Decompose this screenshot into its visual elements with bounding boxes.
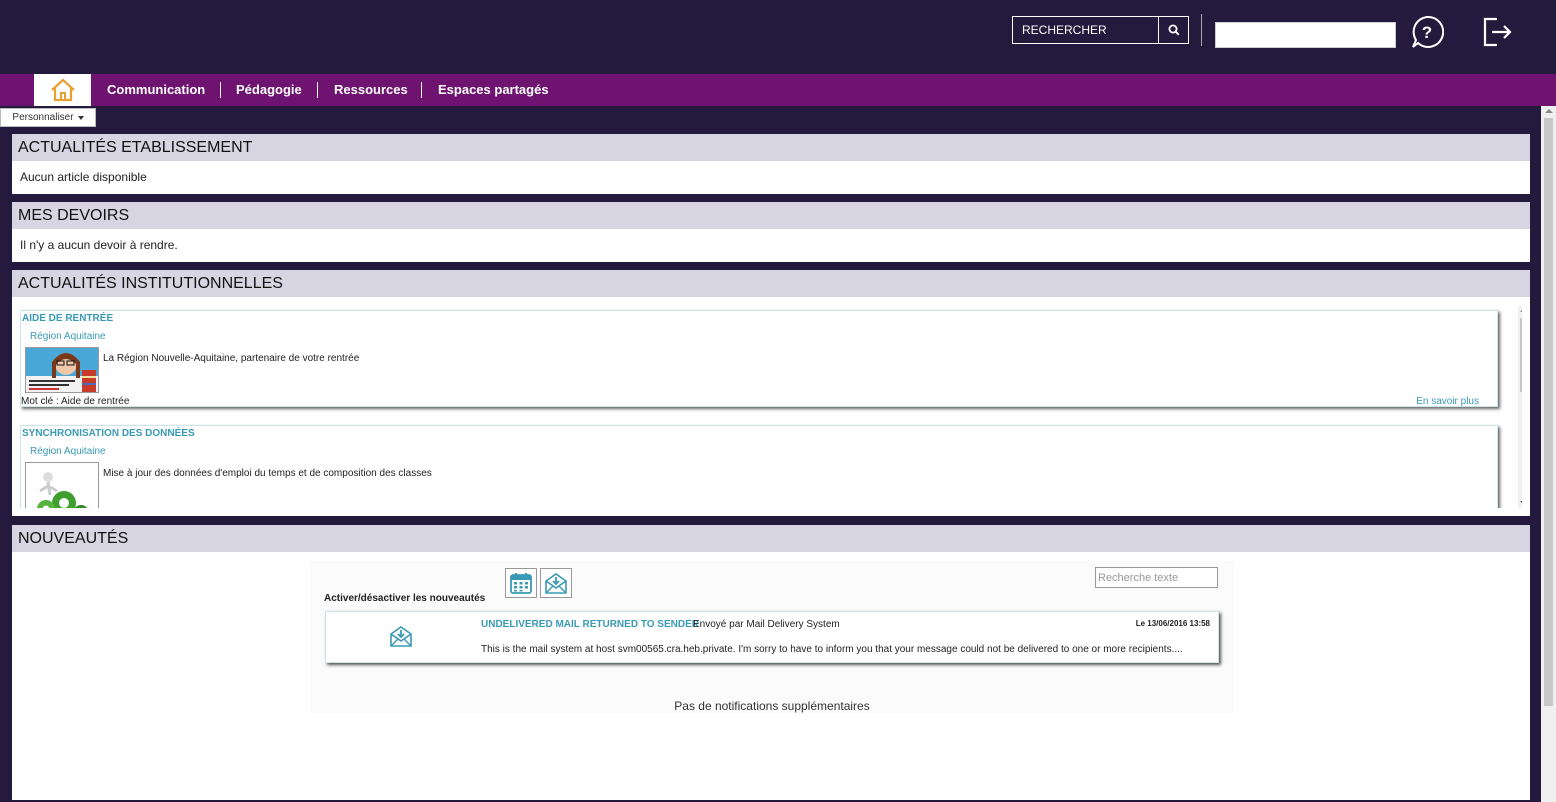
page-scrollbar[interactable] bbox=[1541, 106, 1556, 802]
top-bar: ? bbox=[0, 0, 1556, 74]
news-text: La Région Nouvelle-Aquitaine, partenaire… bbox=[103, 353, 360, 364]
news-keyword: Mot clé : Aide de rentrée bbox=[21, 396, 130, 407]
nav-item-espaces-partages[interactable]: Espaces partagés bbox=[438, 74, 549, 106]
home-tab[interactable] bbox=[34, 74, 91, 106]
search-input[interactable] bbox=[1013, 17, 1159, 43]
search-box bbox=[1012, 16, 1189, 44]
nav-divider bbox=[317, 82, 318, 98]
news-card: SYNCHRONISATION DES DONNÉES Région Aquit… bbox=[20, 425, 1498, 508]
read-more-link[interactable]: En savoir plus bbox=[1416, 396, 1479, 407]
notification-card: UNDELIVERED MAIL RETURNED TO SENDER Envo… bbox=[325, 611, 1219, 663]
panel-title: ACTUALITÉS ETABLISSEMENT bbox=[12, 134, 1530, 161]
home-icon bbox=[50, 78, 75, 102]
news-source: Région Aquitaine bbox=[30, 446, 106, 457]
toggle-label: Activer/désactiver les nouveautés bbox=[324, 593, 486, 604]
scroll-down-icon[interactable] bbox=[1520, 501, 1522, 505]
help-circle-icon[interactable]: ? bbox=[1410, 15, 1444, 49]
nav-item-pedagogie[interactable]: Pédagogie bbox=[236, 74, 302, 106]
calendar-icon bbox=[510, 573, 532, 594]
scroll-up-icon[interactable] bbox=[1520, 308, 1522, 312]
news-thumbnail bbox=[25, 462, 99, 508]
no-more-notifications: Pas de notifications supplémentaires bbox=[674, 699, 870, 713]
nav-divider bbox=[421, 82, 422, 98]
panel-nouveautes: NOUVEAUTÉS Activer/désactiver les nouvea… bbox=[12, 525, 1530, 800]
nav-item-ressources[interactable]: Ressources bbox=[334, 74, 408, 106]
search-button[interactable] bbox=[1159, 17, 1188, 43]
notification-title[interactable]: UNDELIVERED MAIL RETURNED TO SENDER bbox=[481, 619, 699, 630]
nav-divider bbox=[220, 82, 221, 98]
notification-message: This is the mail system at host svm00565… bbox=[481, 644, 1183, 655]
news-scrollbar[interactable] bbox=[1518, 306, 1522, 508]
scroll-up-icon[interactable] bbox=[1545, 109, 1553, 113]
mail-download-icon bbox=[545, 573, 567, 594]
nouveautes-widget: Activer/désactiver les nouveautés Recher… bbox=[310, 561, 1234, 713]
nav-item-communication[interactable]: Communication bbox=[107, 74, 205, 106]
user-field[interactable] bbox=[1215, 22, 1396, 48]
caret-down-icon bbox=[77, 115, 84, 120]
panel-title: ACTUALITÉS INSTITUTIONNELLES bbox=[12, 270, 1530, 297]
calendar-toggle-button[interactable] bbox=[505, 568, 537, 598]
panel-title: NOUVEAUTÉS bbox=[12, 525, 1530, 552]
mail-download-icon bbox=[390, 626, 412, 647]
news-source: Région Aquitaine bbox=[30, 331, 106, 342]
notification-date: Le 13/06/2016 13:58 bbox=[1135, 619, 1210, 628]
news-title[interactable]: SYNCHRONISATION DES DONNÉES bbox=[22, 428, 195, 439]
news-list: AIDE DE RENTRÉE Région Aquitaine La Régi… bbox=[20, 306, 1522, 508]
news-text: Mise à jour des données d'emploi du temp… bbox=[103, 468, 432, 479]
panel-mes-devoirs: MES DEVOIRS Il n'y a aucun devoir à rend… bbox=[12, 202, 1530, 262]
logout-icon[interactable] bbox=[1482, 16, 1514, 48]
news-title[interactable]: AIDE DE RENTRÉE bbox=[22, 313, 113, 324]
page-scroll-thumb[interactable] bbox=[1544, 118, 1553, 706]
empty-message: Aucun article disponible bbox=[20, 170, 147, 184]
news-thumbnail bbox=[25, 347, 99, 393]
search-icon bbox=[1168, 24, 1180, 36]
news-scroll-thumb[interactable] bbox=[1520, 318, 1522, 392]
personnaliser-label: Personnaliser bbox=[12, 112, 74, 123]
personnaliser-button[interactable]: Personnaliser bbox=[0, 108, 96, 127]
mail-toggle-button[interactable] bbox=[540, 568, 572, 598]
svg-text:?: ? bbox=[1422, 23, 1432, 42]
empty-message: Il n'y a aucun devoir à rendre. bbox=[20, 238, 178, 252]
notification-sender: Envoyé par Mail Delivery System bbox=[693, 619, 840, 630]
panel-actualites-institutionnelles: ACTUALITÉS INSTITUTIONNELLES AIDE DE REN… bbox=[12, 270, 1530, 516]
main-nav: Communication Pédagogie Ressources Espac… bbox=[0, 74, 1556, 106]
nouveautes-search-input[interactable] bbox=[1095, 567, 1218, 588]
panel-actualites-etablissement: ACTUALITÉS ETABLISSEMENT Aucun article d… bbox=[12, 134, 1530, 194]
header-divider bbox=[1201, 14, 1202, 46]
panel-title: MES DEVOIRS bbox=[12, 202, 1530, 229]
news-card: AIDE DE RENTRÉE Région Aquitaine La Régi… bbox=[20, 310, 1498, 407]
